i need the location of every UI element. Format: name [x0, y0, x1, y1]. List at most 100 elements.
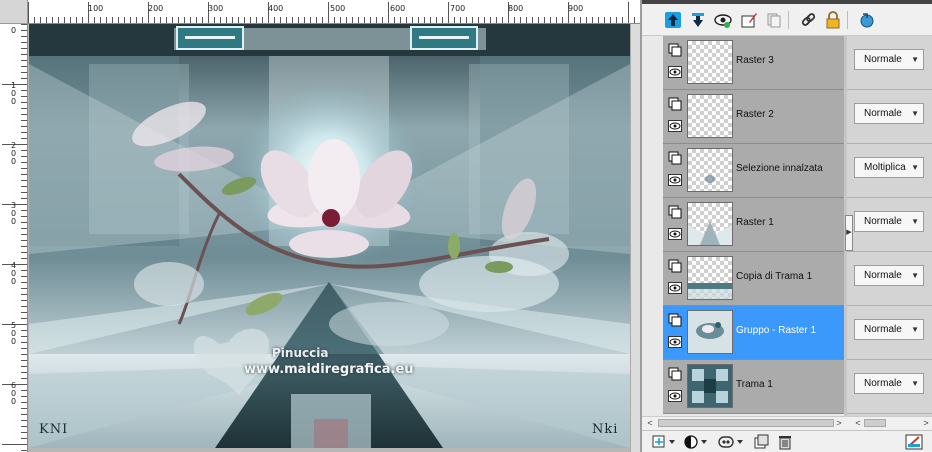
ruler-tick	[76, 17, 77, 23]
eye-icon[interactable]	[667, 334, 683, 350]
visibility-toggle-icon[interactable]	[712, 9, 734, 31]
layer-properties-icon[interactable]	[667, 204, 683, 220]
ruler-tick	[21, 354, 27, 355]
layer-properties-icon[interactable]	[667, 312, 683, 328]
layer-row[interactable]: Copia di Trama 1	[663, 252, 844, 306]
dropdown-arrow-icon: ▼	[911, 109, 919, 118]
ruler-label: 900	[568, 4, 584, 13]
ruler-tick	[21, 336, 27, 337]
scroll-right-icon[interactable]: >	[920, 417, 932, 429]
ruler-tick	[21, 210, 27, 211]
layer-row[interactable]: Trama 1	[663, 360, 844, 414]
ruler-tick	[21, 372, 27, 373]
blend-mode-dropdown[interactable]: Normale ▼	[854, 103, 924, 124]
scroll-left-icon[interactable]: <	[644, 417, 656, 429]
ruler-tick	[622, 17, 623, 23]
layer-name[interactable]: Raster 2	[736, 109, 774, 120]
layer-properties-icon[interactable]	[667, 258, 683, 274]
ruler-label: 300	[208, 4, 224, 13]
ruler-tick	[370, 17, 371, 23]
ruler-tick	[21, 270, 27, 271]
adjustment-layer-icon[interactable]	[716, 434, 746, 450]
ruler-tick	[21, 312, 27, 313]
ruler-label: 6 0 0	[11, 381, 17, 406]
delete-layer-icon[interactable]	[776, 434, 794, 450]
ruler-tick	[286, 17, 287, 23]
layer-name[interactable]: Trama 1	[736, 379, 773, 390]
edit-layer-icon[interactable]	[738, 9, 760, 31]
layer-name[interactable]: Raster 3	[736, 55, 774, 66]
eye-icon[interactable]	[667, 280, 683, 296]
ruler-tick	[21, 132, 27, 133]
ruler-tick	[400, 17, 401, 23]
layer-properties-icon[interactable]	[667, 150, 683, 166]
ruler-tick	[376, 17, 377, 23]
layer-row[interactable]: Selezione innalzata	[663, 144, 844, 198]
layer-name[interactable]: Raster 1	[736, 217, 774, 228]
ruler-label: 600	[390, 4, 406, 13]
scroll-left-icon[interactable]: <	[852, 417, 864, 429]
scroll-thumb[interactable]	[864, 419, 886, 427]
ruler-tick	[118, 17, 119, 23]
ruler-tick	[94, 17, 95, 23]
layer-properties-icon[interactable]	[667, 96, 683, 112]
dropdown-arrow-icon: ▼	[911, 217, 919, 226]
scroll-right-icon[interactable]: >	[833, 417, 845, 429]
move-layer-down-icon[interactable]	[687, 9, 709, 31]
refresh-icon[interactable]	[856, 9, 878, 31]
ruler-tick	[634, 17, 635, 23]
image-canvas[interactable]: Pinuccia www.maidiregrafica.eu KNI Nki	[29, 24, 630, 448]
blend-mode-dropdown[interactable]: Normale ▼	[854, 49, 924, 70]
new-layer-icon[interactable]	[650, 434, 678, 450]
move-layer-up-icon[interactable]	[662, 9, 684, 31]
layer-options-icon[interactable]	[904, 434, 924, 450]
duplicate-layer-icon[interactable]	[752, 434, 770, 450]
eye-icon[interactable]	[667, 118, 683, 134]
layer-row-selected[interactable]: Gruppo - Raster 1	[663, 306, 844, 360]
ruler-tick	[34, 17, 35, 23]
layer-row[interactable]: Raster 2	[663, 90, 844, 144]
eye-icon[interactable]	[667, 226, 683, 242]
layer-properties-icon[interactable]	[667, 42, 683, 58]
ruler-tick	[418, 17, 419, 23]
ruler-tick	[580, 17, 581, 23]
canvas-workspace[interactable]: 100 200 300 400 500 600 700 800 900 0 1 …	[0, 0, 640, 452]
layer-name[interactable]: Gruppo - Raster 1	[736, 325, 816, 336]
eye-icon[interactable]	[667, 64, 683, 80]
ruler-tick	[21, 294, 27, 295]
splitter-handle-icon[interactable]: ▶	[845, 215, 853, 251]
ruler-tick	[21, 42, 27, 43]
blend-mode-dropdown[interactable]: Normale ▼	[854, 319, 924, 340]
blend-mode-dropdown[interactable]: Normale ▼	[854, 211, 924, 232]
ruler-tick	[21, 330, 27, 331]
ruler-tick	[2, 444, 27, 445]
mask-icon[interactable]	[682, 434, 710, 450]
layer-row[interactable]: Raster 3	[663, 36, 844, 90]
layer-name[interactable]: Copia di Trama 1	[736, 271, 812, 282]
ruler-tick	[256, 17, 257, 23]
ruler-tick	[21, 276, 27, 277]
blend-mode-dropdown[interactable]: Moltiplica ▼	[854, 157, 924, 178]
ruler-tick	[388, 2, 389, 23]
ruler-tick	[184, 17, 185, 23]
blend-mode-column: Normale ▼ Normale ▼ Moltiplica ▼ Normale ▼ N…	[846, 36, 932, 416]
canvas-vertical-scrollbar[interactable]	[630, 24, 640, 452]
copy-layer-icon[interactable]	[763, 9, 785, 31]
ruler-tick	[21, 72, 27, 73]
scroll-thumb[interactable]	[658, 419, 834, 427]
blend-mode-dropdown[interactable]: Normale ▼	[854, 373, 924, 394]
blend-mode-dropdown[interactable]: Normale ▼	[854, 265, 924, 286]
eye-icon[interactable]	[667, 388, 683, 404]
lock-icon[interactable]	[822, 9, 844, 31]
ruler-tick	[21, 366, 27, 367]
ruler-tick	[21, 360, 27, 361]
layer-properties-icon[interactable]	[667, 366, 683, 382]
eye-icon[interactable]	[667, 172, 683, 188]
ruler-tick	[21, 66, 27, 67]
layer-row[interactable]: Raster 1	[663, 198, 844, 252]
ruler-tick	[21, 390, 27, 391]
ruler-tick	[196, 17, 197, 23]
link-icon[interactable]	[797, 9, 819, 31]
layer-name[interactable]: Selezione innalzata	[736, 163, 823, 174]
layers-horizontal-scrollbar[interactable]: < > < >	[642, 416, 932, 429]
